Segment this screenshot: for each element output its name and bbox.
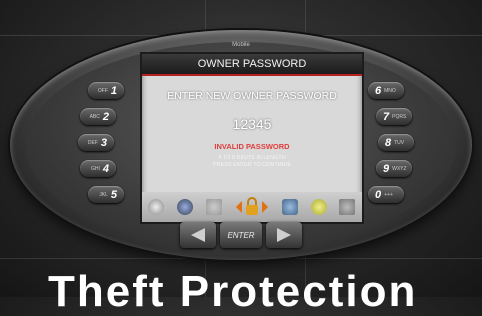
settings-icon[interactable] [310,199,327,215]
key-6[interactable]: 6 MNO [368,82,404,99]
key-digit: 7 [383,110,390,123]
key-digit: 3 [100,136,107,149]
right-arrow-icon [277,228,291,242]
password-prompt: ENTER NEW OWNER PASSWORD [167,90,337,102]
key-sublabel: TUV [394,139,405,146]
key-0[interactable]: 0 +++ [368,186,404,203]
key-sublabel: ABC [89,113,100,120]
key-5[interactable]: JKL 5 [88,186,124,203]
key-digit: 1 [110,84,117,97]
left-arrow-icon [191,228,205,242]
headline: Theft Protection [48,267,418,316]
key-1[interactable]: OFF 1 [88,82,124,99]
brand-logo: Mobile [232,42,250,48]
enter-button[interactable]: ENTER [220,222,262,248]
key-sublabel: MNO [384,87,396,94]
lock-icon[interactable] [235,196,269,218]
key-sublabel: DEF [87,139,98,146]
right-arrow-button[interactable] [266,222,302,248]
key-digit: 0 [375,188,382,201]
apps-icon[interactable] [339,199,356,215]
key-digit: 4 [102,162,109,175]
key-8[interactable]: 8 TUV [378,134,414,151]
key-sublabel: GHI [90,165,100,172]
key-digit: 9 [383,162,390,175]
key-sublabel: OFF [97,87,108,94]
enter-label: ENTER [227,230,255,240]
navigation-icon[interactable] [281,199,298,215]
hint-text-line2: PRESS ENTER TO CONTINUE [212,162,292,168]
key-digit: 2 [102,110,109,123]
display-screen: OWNER PASSWORD ENTER NEW OWNER PASSWORD … [140,52,364,224]
key-sublabel: JKL [99,191,108,198]
key-digit: 5 [110,188,117,201]
key-4[interactable]: GHI 4 [80,160,116,177]
key-sublabel: WXYZ [392,165,407,172]
key-9[interactable]: 9 WXYZ [376,160,412,177]
key-digit: 6 [375,84,382,97]
phone-icon[interactable] [177,199,194,215]
left-arrow-button[interactable] [180,222,216,248]
password-field[interactable]: 12345 [142,116,362,132]
key-sublabel: PQRS [392,113,407,120]
screen-title: OWNER PASSWORD [142,54,362,76]
radio-icon[interactable] [148,199,165,215]
media-icon[interactable] [206,199,223,215]
key-3[interactable]: DEF 3 [78,134,114,151]
key-2[interactable]: ABC 2 [80,108,116,125]
icon-bar [142,192,362,222]
key-7[interactable]: 7 PQRS [376,108,412,125]
key-sublabel: +++ [384,191,393,198]
key-digit: 8 [385,136,392,149]
error-message: INVALID PASSWORD [214,142,290,151]
hint-text-line1: 4 TO 8 DIGITS IN LENGTH [218,155,286,161]
